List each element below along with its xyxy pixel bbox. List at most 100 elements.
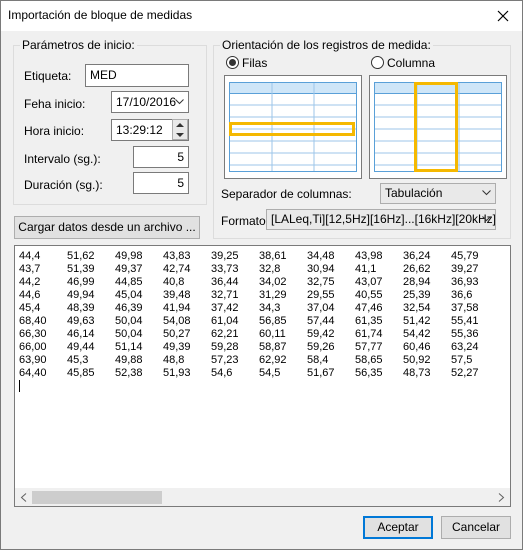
data-cell: 48,73 bbox=[403, 367, 431, 379]
separador-label: Separador de columnas: bbox=[221, 187, 352, 201]
data-cell: 43,07 bbox=[355, 276, 383, 288]
data-cell: 49,44 bbox=[67, 341, 95, 353]
data-cell: 26,62 bbox=[403, 263, 431, 275]
etiqueta-field[interactable]: MED bbox=[85, 64, 189, 87]
filas-label[interactable]: Filas bbox=[242, 56, 267, 70]
fecha-picker[interactable]: 17/10/2016 bbox=[111, 91, 189, 113]
data-cell: 66,00 bbox=[19, 341, 47, 353]
hora-label: Hora inicio: bbox=[24, 124, 85, 138]
data-cell: 57,23 bbox=[211, 354, 239, 366]
chevron-down-icon[interactable] bbox=[482, 190, 491, 196]
window-title: Importación de bloque de medidas bbox=[8, 8, 193, 22]
rows-preview bbox=[224, 75, 362, 179]
data-cell: 49,63 bbox=[67, 315, 95, 327]
data-cell: 49,98 bbox=[115, 250, 143, 262]
data-cell: 45,79 bbox=[451, 250, 479, 262]
close-icon[interactable] bbox=[494, 7, 512, 25]
data-cell: 57,44 bbox=[307, 315, 335, 327]
data-cell: 39,25 bbox=[211, 250, 239, 262]
data-cell: 37,04 bbox=[307, 302, 335, 314]
data-cell: 45,4 bbox=[19, 302, 41, 314]
data-cell: 25,39 bbox=[403, 289, 431, 301]
horizontal-scrollbar[interactable] bbox=[15, 488, 510, 506]
intervalo-field[interactable]: 5 bbox=[133, 146, 189, 168]
data-cell: 43,7 bbox=[19, 263, 41, 275]
data-cell: 32,75 bbox=[307, 276, 335, 288]
data-cell: 45,04 bbox=[115, 289, 143, 301]
separador-select[interactable]: Tabulación bbox=[380, 183, 496, 204]
data-cell: 46,14 bbox=[67, 328, 95, 340]
data-cell: 48,8 bbox=[163, 354, 185, 366]
start-params-label: Parámetros de inicio: bbox=[20, 38, 137, 52]
filas-radio[interactable] bbox=[226, 56, 239, 69]
data-cell: 36,6 bbox=[451, 289, 473, 301]
data-cell: 37,58 bbox=[451, 302, 479, 314]
formato-select[interactable]: [LALeq,Ti][12,5Hz][16Hz]...[16kHz][20kHz… bbox=[266, 209, 496, 230]
data-cell: 29,55 bbox=[307, 289, 335, 301]
accept-button[interactable]: Aceptar bbox=[363, 516, 433, 539]
data-cell: 39,48 bbox=[163, 289, 191, 301]
data-cell: 43,83 bbox=[163, 250, 191, 262]
data-cell: 34,02 bbox=[259, 276, 287, 288]
columna-radio[interactable] bbox=[371, 56, 384, 69]
data-cell: 58,65 bbox=[355, 354, 383, 366]
data-cell: 51,39 bbox=[67, 263, 95, 275]
data-cell: 57,77 bbox=[355, 341, 383, 353]
load-file-button[interactable]: Cargar datos desde un archivo ... bbox=[14, 216, 200, 239]
data-cell: 54,42 bbox=[403, 328, 431, 340]
data-cell: 46,39 bbox=[115, 302, 143, 314]
data-cell: 63,90 bbox=[19, 354, 47, 366]
data-cell: 45,3 bbox=[67, 354, 89, 366]
chevron-down-icon[interactable] bbox=[175, 99, 184, 105]
data-cell: 61,04 bbox=[211, 315, 239, 327]
data-cell: 50,27 bbox=[163, 328, 191, 340]
data-textarea[interactable]: 44,4 51,62 49,98 43,83 39,25 38,61 34,48 43,98 3… bbox=[14, 245, 511, 507]
duracion-field[interactable]: 5 bbox=[133, 172, 189, 194]
data-cell: 34,3 bbox=[259, 302, 281, 314]
separador-value: Tabulación bbox=[385, 186, 443, 200]
row-highlight bbox=[229, 122, 355, 136]
data-cell: 52,38 bbox=[115, 367, 143, 379]
data-cell: 57,5 bbox=[451, 354, 473, 366]
import-dialog: Importación de bloque de medidas Parámet… bbox=[0, 0, 523, 550]
data-cell: 49,94 bbox=[67, 289, 95, 301]
spin-up-icon[interactable] bbox=[176, 122, 184, 128]
data-cell: 61,74 bbox=[355, 328, 383, 340]
data-cell: 36,24 bbox=[403, 250, 431, 262]
data-cell: 31,29 bbox=[259, 289, 287, 301]
data-cell: 41,1 bbox=[355, 263, 377, 275]
data-cell: 49,39 bbox=[163, 341, 191, 353]
data-cell: 58,4 bbox=[307, 354, 329, 366]
text-caret bbox=[19, 380, 20, 392]
scrollbar-thumb[interactable] bbox=[32, 491, 162, 504]
data-cell: 66,30 bbox=[19, 328, 47, 340]
data-cell: 44,85 bbox=[115, 276, 143, 288]
data-cell: 63,24 bbox=[451, 341, 479, 353]
spin-down-icon[interactable] bbox=[176, 132, 184, 138]
scroll-right-icon[interactable] bbox=[497, 493, 505, 502]
data-cell: 44,4 bbox=[19, 250, 41, 262]
data-cell: 64,40 bbox=[19, 367, 47, 379]
data-cell: 37,42 bbox=[211, 302, 239, 314]
radio-selected-dot bbox=[229, 59, 236, 66]
data-cell: 50,04 bbox=[115, 328, 143, 340]
data-cell: 49,37 bbox=[115, 263, 143, 275]
orientation-label: Orientación de los registros de medida: bbox=[220, 38, 433, 52]
cancel-button[interactable]: Cancelar bbox=[441, 516, 511, 539]
data-cell: 46,99 bbox=[67, 276, 95, 288]
data-cell: 47,46 bbox=[355, 302, 383, 314]
data-cell: 32,8 bbox=[259, 263, 281, 275]
column-highlight bbox=[414, 82, 458, 172]
data-cell: 44,6 bbox=[19, 289, 41, 301]
chevron-down-icon[interactable] bbox=[482, 216, 491, 222]
scroll-left-icon[interactable] bbox=[20, 493, 28, 502]
columna-label[interactable]: Columna bbox=[387, 56, 435, 70]
hora-spinner[interactable] bbox=[172, 119, 188, 140]
data-cell: 36,93 bbox=[451, 276, 479, 288]
formato-label: Formato: bbox=[221, 214, 270, 228]
data-cell: 56,85 bbox=[259, 315, 287, 327]
hora-value: 13:29:12 bbox=[116, 123, 163, 137]
data-cell: 55,41 bbox=[451, 315, 479, 327]
title-bar: Importación de bloque de medidas bbox=[1, 1, 522, 31]
data-cell: 39,27 bbox=[451, 263, 479, 275]
